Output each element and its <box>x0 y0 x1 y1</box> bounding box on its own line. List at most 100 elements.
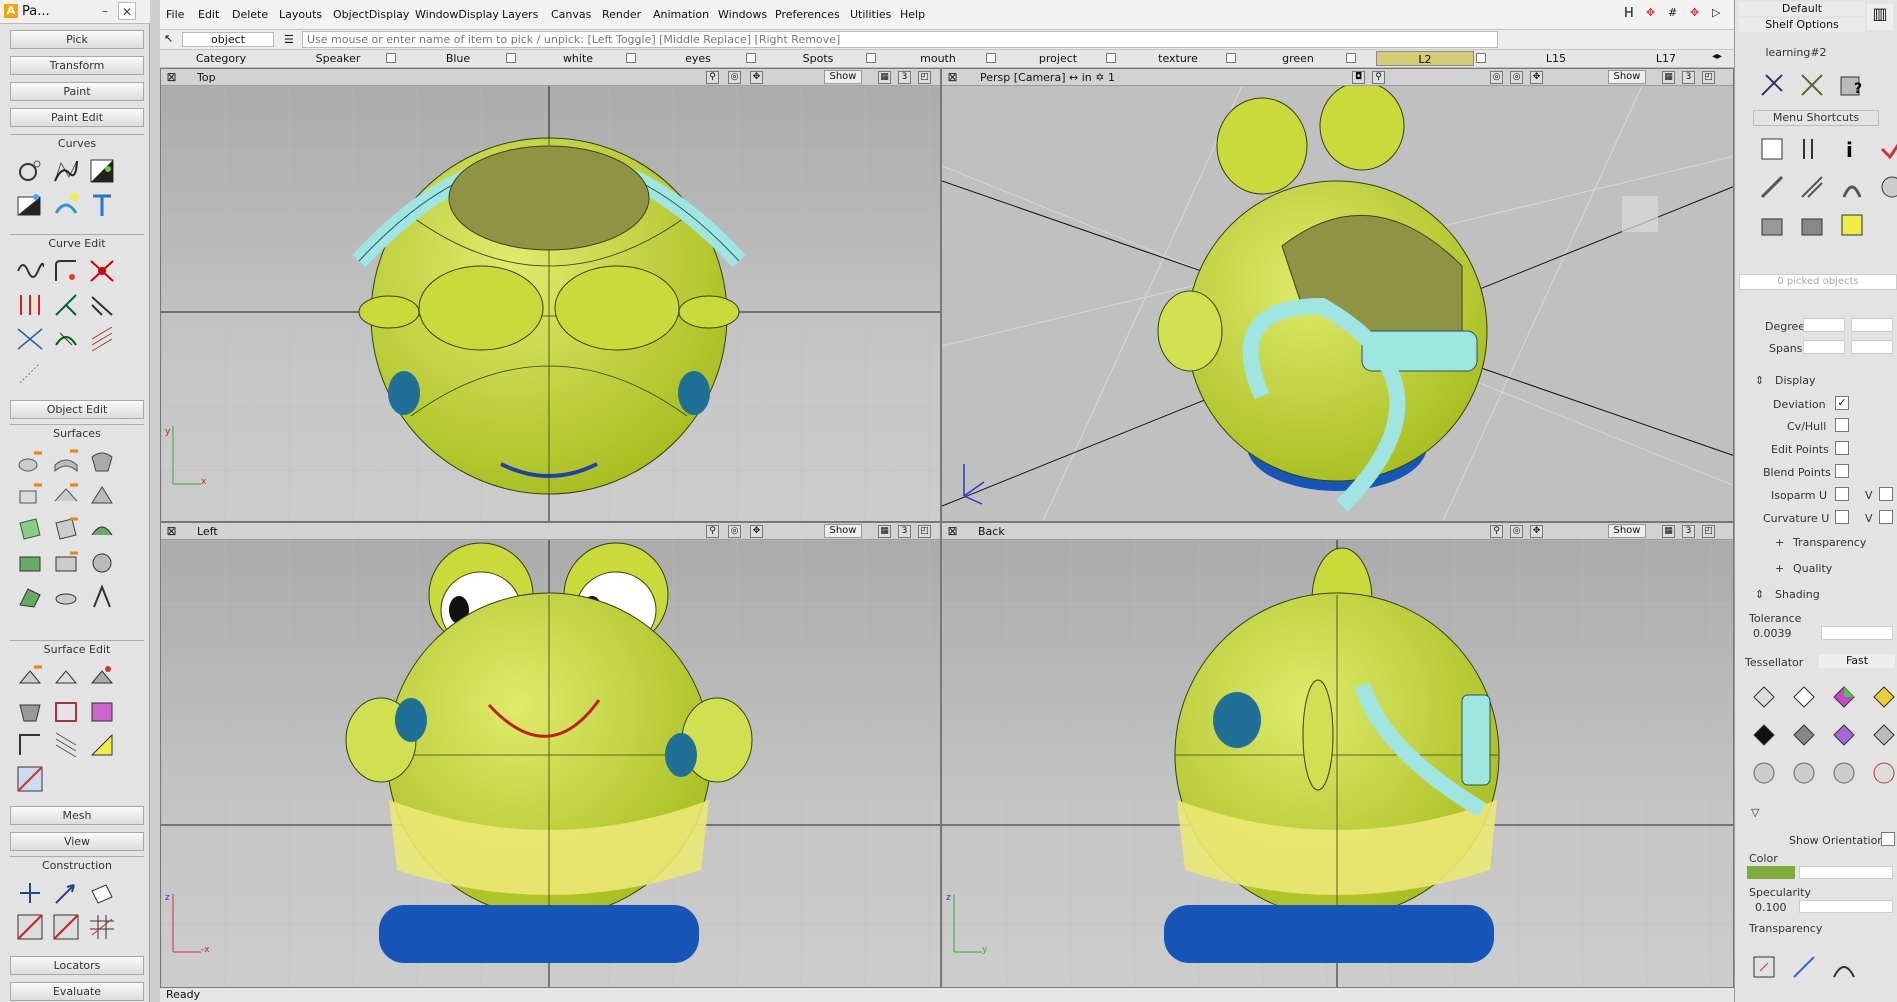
diagonal-mesh-icon[interactable] <box>14 763 46 795</box>
trim-curve-icon[interactable] <box>86 255 118 287</box>
shortcut-check-icon[interactable] <box>1875 132 1897 166</box>
tolerance-value[interactable]: 0.0039 <box>1753 627 1792 640</box>
grid-icon[interactable]: ▦ <box>878 525 891 538</box>
circle-tool-icon[interactable] <box>14 155 46 187</box>
arc-tool-icon[interactable] <box>50 189 82 221</box>
viewport-number[interactable]: 3 <box>1682 525 1695 538</box>
viewport-close-icon[interactable]: ⊠ <box>946 525 959 538</box>
shade-black-icon[interactable] <box>1747 718 1781 752</box>
project-curve-icon[interactable] <box>14 323 46 355</box>
evaluate-button[interactable]: Evaluate <box>10 982 144 1001</box>
toolbar-h-icon[interactable]: H <box>1624 6 1634 21</box>
deviation-checkbox[interactable]: ✓ <box>1835 396 1849 410</box>
shortcut-6-icon[interactable] <box>1795 170 1829 204</box>
spans-field-2[interactable] <box>1851 340 1893 354</box>
show-button[interactable]: Show <box>824 70 862 84</box>
isoparm-v-checkbox[interactable] <box>1879 487 1893 501</box>
sketch-curve-icon[interactable] <box>86 155 118 187</box>
freeform-blend-icon[interactable] <box>14 547 46 579</box>
menu-preferences[interactable]: Preferences <box>775 8 840 21</box>
curves-section-header[interactable]: Curves <box>10 135 144 153</box>
shelf-help-icon[interactable]: ? <box>1835 68 1869 102</box>
paint-button[interactable]: Paint <box>10 82 144 101</box>
maximize-icon[interactable]: ◰ <box>1702 525 1715 538</box>
paint-edit-button[interactable]: Paint Edit <box>10 108 144 127</box>
spans-field[interactable] <box>1803 340 1845 354</box>
shortcut-info-icon[interactable]: i <box>1835 132 1869 166</box>
tumble-icon[interactable]: ◎ <box>728 71 741 84</box>
maximize-icon[interactable]: ◰ <box>918 525 931 538</box>
align-curve-icon[interactable] <box>50 323 82 355</box>
curvature-v-checkbox[interactable] <box>1879 510 1893 524</box>
layer-blue-checkbox[interactable] <box>506 53 516 63</box>
menu-file[interactable]: File <box>166 8 184 21</box>
light-4-icon[interactable] <box>1867 756 1897 790</box>
shortcut-11-icon[interactable] <box>1835 208 1869 242</box>
color-swatch[interactable] <box>1747 866 1795 879</box>
light-1-icon[interactable] <box>1747 756 1781 790</box>
layer-texture-checkbox[interactable] <box>1226 53 1236 63</box>
isoparm-u-checkbox[interactable] <box>1835 487 1849 501</box>
pan-icon[interactable]: ✥ <box>750 71 763 84</box>
dolly-icon[interactable]: ◎ <box>1510 71 1523 84</box>
rail-surface-icon[interactable] <box>86 445 118 477</box>
pick-list-icon[interactable]: ☰ <box>284 33 294 46</box>
layer-l17[interactable]: L17 <box>1616 51 1716 66</box>
toolbar-curve-icon[interactable]: ✥ <box>1690 6 1699 19</box>
shortcut-5-icon[interactable] <box>1755 170 1789 204</box>
toolbar-grid-icon[interactable]: # <box>1668 6 1677 19</box>
menu-shortcuts-tab[interactable]: Menu Shortcuts <box>1753 110 1879 126</box>
intersect-icon[interactable] <box>86 661 118 693</box>
layer-project[interactable]: project <box>998 51 1118 66</box>
bottom-tool-2-icon[interactable] <box>1787 950 1821 984</box>
display-group-label[interactable]: Display <box>1775 374 1816 387</box>
viewport-close-icon[interactable]: ⊠ <box>946 71 959 84</box>
tube-icon[interactable] <box>50 581 82 613</box>
layer-l15[interactable]: L15 <box>1496 51 1616 66</box>
layer-green[interactable]: green <box>1238 51 1358 66</box>
show-button[interactable]: Show <box>1608 70 1646 84</box>
birail-icon[interactable] <box>50 479 82 511</box>
degree-field[interactable] <box>1803 318 1845 332</box>
flange-icon[interactable] <box>14 581 46 613</box>
draft-icon[interactable] <box>86 581 118 613</box>
revolve-icon[interactable] <box>14 445 46 477</box>
geometry-icon[interactable] <box>14 729 46 761</box>
quality-group-expand-icon[interactable]: + <box>1775 562 1784 575</box>
menu-help[interactable]: Help <box>900 8 925 21</box>
menu-objectdisplay[interactable]: ObjectDisplay <box>333 8 409 21</box>
skin-icon[interactable] <box>50 445 82 477</box>
shade-smooth-icon[interactable] <box>1787 680 1821 714</box>
blend-curve-icon[interactable] <box>14 189 46 221</box>
maximize-icon[interactable]: ◰ <box>918 71 931 84</box>
grid-icon[interactable]: ▦ <box>1662 525 1675 538</box>
bottom-tool-3-icon[interactable] <box>1827 950 1861 984</box>
viewport-top[interactable]: ⊠ Top ⚲ ◎ ✥ Show ▦ 3 ◰ yx <box>160 68 941 522</box>
layer-mouth-checkbox[interactable] <box>986 53 996 63</box>
layer-spots-checkbox[interactable] <box>866 53 876 63</box>
layer-eyes-checkbox[interactable] <box>746 53 756 63</box>
surface-fillet-edit-icon[interactable] <box>86 695 118 727</box>
bottom-tool-1-icon[interactable] <box>1747 950 1781 984</box>
degree-field-2[interactable] <box>1851 318 1893 332</box>
transparency-group-expand-icon[interactable]: + <box>1775 536 1784 549</box>
fillet-curve-icon[interactable] <box>50 255 82 287</box>
object-edit-button[interactable]: Object Edit <box>10 400 144 419</box>
cv-curve-icon[interactable] <box>50 155 82 187</box>
layer-category[interactable]: Category <box>176 51 266 66</box>
transparency-group-label[interactable]: Transparency <box>1793 536 1866 549</box>
shortcut-9-icon[interactable] <box>1755 208 1789 242</box>
layer-speaker[interactable]: Speaker <box>278 51 398 66</box>
layer-green-checkbox[interactable] <box>1346 53 1356 63</box>
layer-white-checkbox[interactable] <box>626 53 636 63</box>
specularity-value[interactable]: 0.100 <box>1755 901 1787 914</box>
extrude-icon[interactable] <box>14 479 46 511</box>
menu-render[interactable]: Render <box>602 8 641 21</box>
view-button[interactable]: View <box>10 832 144 851</box>
offset-curve-icon[interactable] <box>86 289 118 321</box>
picked-objects-field[interactable]: 0 picked objects <box>1739 274 1897 290</box>
hatch-icon[interactable] <box>50 729 82 761</box>
blend-points-checkbox[interactable] <box>1835 464 1849 478</box>
layout-default-dropdown[interactable]: Default <box>1739 2 1865 16</box>
viewport-number[interactable]: 3 <box>1682 71 1695 84</box>
